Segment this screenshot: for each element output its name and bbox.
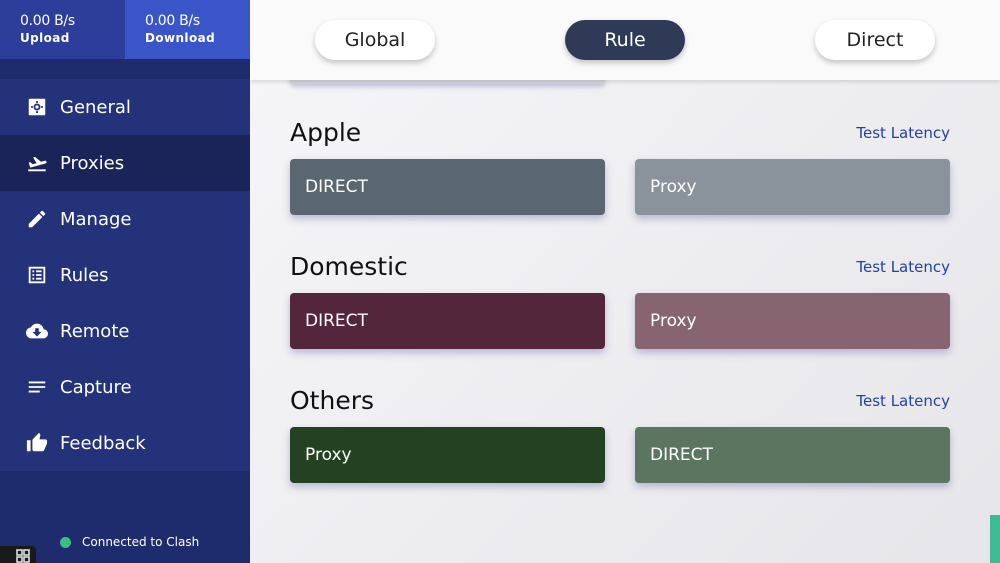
upload-label: Upload xyxy=(20,31,70,45)
sidebar-item-manage[interactable]: Manage xyxy=(0,191,250,247)
upload-stat: 0.00 B/s Upload xyxy=(0,0,125,59)
flight-icon xyxy=(24,150,50,176)
proxy-option[interactable]: DIRECT xyxy=(290,293,605,349)
sidebar-item-label: Remote xyxy=(60,320,130,342)
proxy-option[interactable]: Proxy xyxy=(290,427,605,483)
proxy-option[interactable]: DIRECT xyxy=(635,427,950,483)
proxy-group-apple: Apple Test Latency DIRECT Proxy xyxy=(290,118,950,228)
sidebar-nav: General Proxies Manage Rules Remote Capt… xyxy=(0,79,250,471)
sidebar-item-label: Capture xyxy=(60,376,132,398)
sidebar-item-remote[interactable]: Remote xyxy=(0,303,250,359)
sidebar-item-general[interactable]: General xyxy=(0,79,250,135)
mode-direct-button[interactable]: Direct xyxy=(815,20,935,60)
mode-global-button[interactable]: Global xyxy=(315,20,435,60)
settings-icon xyxy=(24,94,50,120)
proxy-option[interactable]: Proxy xyxy=(635,159,950,215)
lines-icon xyxy=(24,374,50,400)
connection-status-text: Connected to Clash xyxy=(82,535,200,549)
sidebar-item-feedback[interactable]: Feedback xyxy=(0,415,250,471)
test-latency-link[interactable]: Test Latency xyxy=(856,258,950,276)
download-stat: 0.00 B/s Download xyxy=(125,0,250,59)
proxy-option[interactable]: Proxy xyxy=(635,293,950,349)
sidebar-item-capture[interactable]: Capture xyxy=(0,359,250,415)
sidebar-item-rules[interactable]: Rules xyxy=(0,247,250,303)
sidebar-item-label: Proxies xyxy=(60,152,125,174)
traffic-panel: 0.00 B/s Upload 0.00 B/s Download xyxy=(0,0,250,59)
group-title: Domestic xyxy=(290,252,408,281)
test-latency-link[interactable]: Test Latency xyxy=(856,124,950,142)
pencil-icon xyxy=(24,206,50,232)
main-panel: Global Rule Direct Apple Test Latency DI… xyxy=(250,0,1000,563)
sidebar: 0.00 B/s Upload 0.00 B/s Download Genera… xyxy=(0,0,250,563)
list-icon xyxy=(24,262,50,288)
sidebar-item-label: Rules xyxy=(60,264,109,286)
sidebar-item-label: General xyxy=(60,96,131,118)
proxy-group-others: Others Test Latency Proxy DIRECT xyxy=(290,386,950,496)
grid-icon[interactable] xyxy=(0,546,36,563)
proxy-group-domestic: Domestic Test Latency DIRECT Proxy xyxy=(290,252,950,362)
sidebar-item-label: Feedback xyxy=(60,432,146,454)
upload-rate: 0.00 B/s xyxy=(20,13,75,29)
sidebar-item-proxies[interactable]: Proxies xyxy=(0,135,250,191)
scroll-indicator xyxy=(990,515,1000,563)
download-rate: 0.00 B/s xyxy=(145,13,200,29)
thumbs-up-icon xyxy=(24,430,50,456)
cloud-download-icon xyxy=(24,318,50,344)
connection-status: Connected to Clash xyxy=(60,535,199,549)
test-latency-link[interactable]: Test Latency xyxy=(856,392,950,410)
proxy-option[interactable]: DIRECT xyxy=(290,159,605,215)
download-label: Download xyxy=(145,31,216,45)
status-dot-icon xyxy=(60,536,71,548)
sidebar-item-label: Manage xyxy=(60,208,132,230)
group-title: Apple xyxy=(290,118,362,147)
mode-switcher: Global Rule Direct xyxy=(250,0,1000,80)
mode-rule-button[interactable]: Rule xyxy=(565,20,685,60)
group-title: Others xyxy=(290,386,375,415)
